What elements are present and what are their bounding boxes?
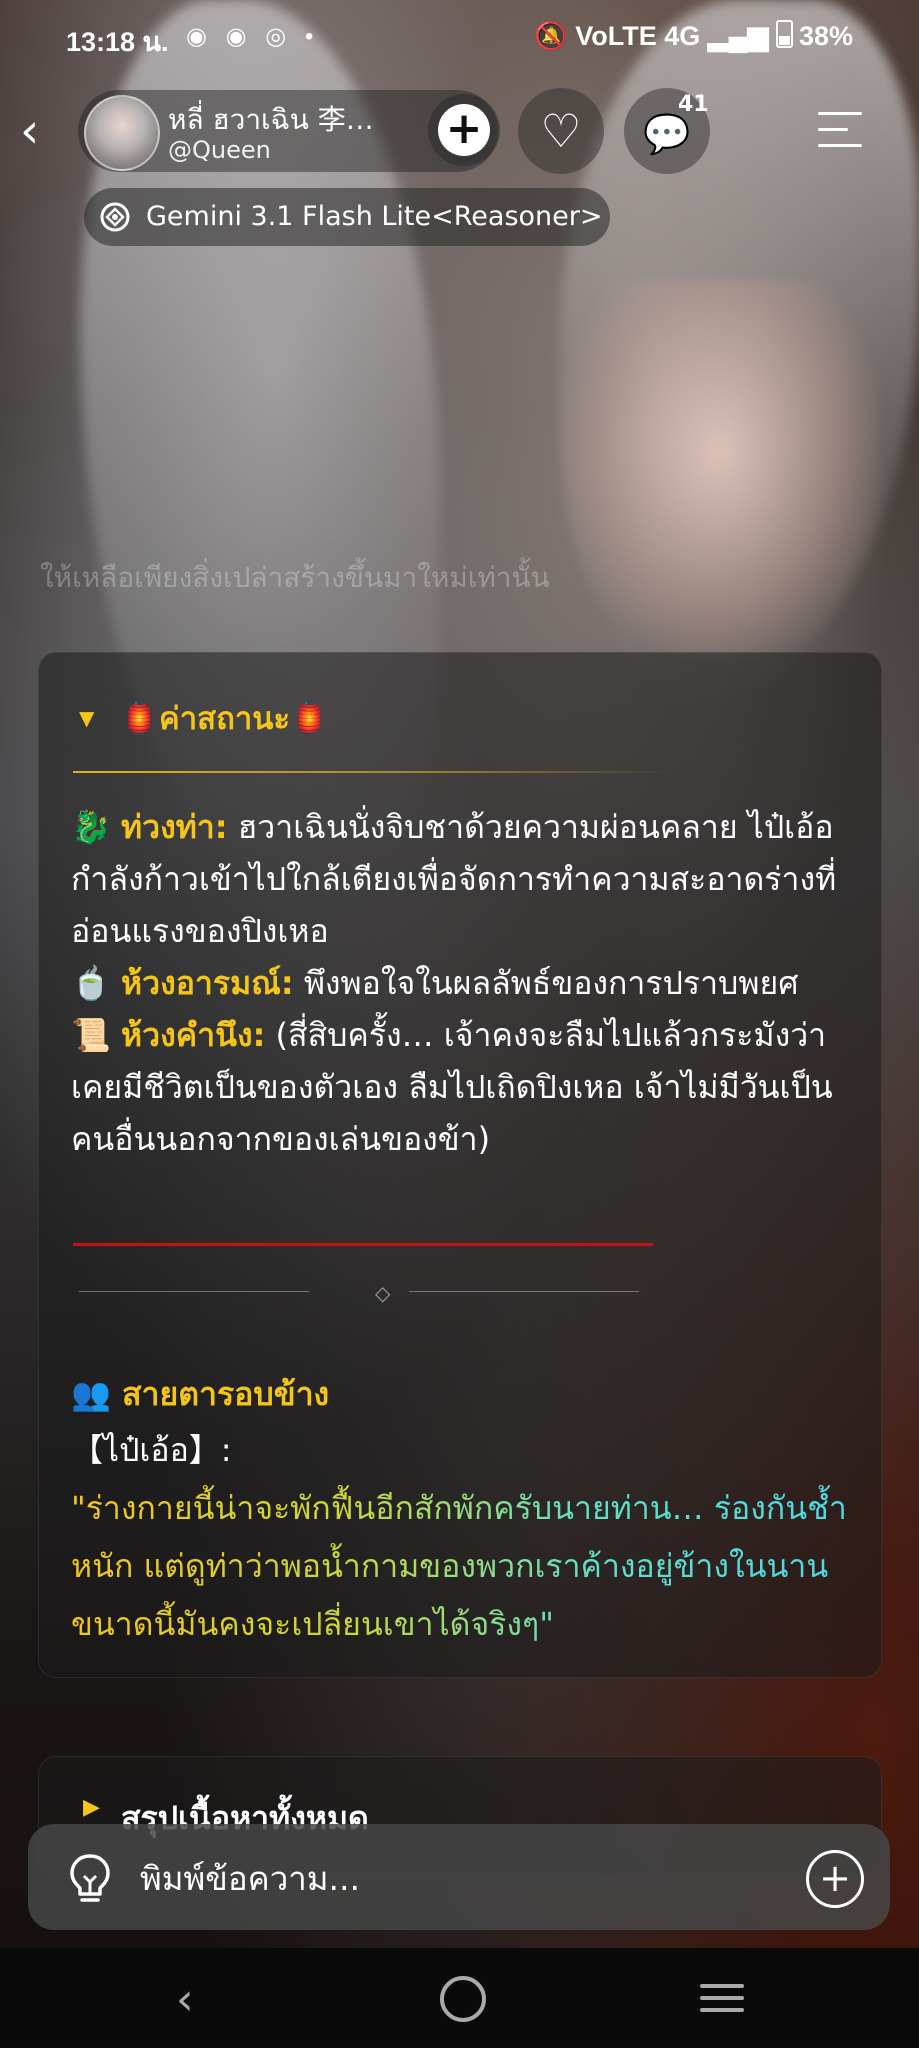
status-card-header[interactable]: ▼ 🏮ค่าสถานะ🏮: [79, 693, 329, 743]
comment-count: 41: [678, 92, 709, 117]
surroundings-title: สายตารอบข้าง: [121, 1375, 330, 1413]
people-icon: 👥: [71, 1375, 111, 1413]
model-selector[interactable]: Gemini 3.1 Flash Lite<Reasoner>: [84, 188, 610, 246]
status-card-title: ค่าสถานะ: [159, 701, 291, 737]
system-nav-bar: ‹: [0, 1948, 919, 2048]
faded-message-text: ให้เหลือเพียงสิ่งเปล่าสร้างขึ้นมาใหม่เท่…: [40, 561, 550, 594]
expand-triangle-icon: ▶: [83, 1795, 100, 1820]
model-label: Gemini 3.1 Flash Lite<Reasoner>: [146, 201, 603, 232]
tea-icon: 🍵: [71, 964, 111, 1002]
background-character-face: [560, 280, 880, 660]
recents-icon-line: [700, 1984, 744, 1988]
nav-back-button[interactable]: ‹: [176, 1974, 194, 2025]
mood-label: ห้วงอารมณ์:: [121, 964, 294, 1002]
red-divider: [73, 1243, 653, 1246]
status-bar: 13:18 น. ◉ ◉ ◎ • 🔕 VoLTE 4G ▂▄▆ 38%: [0, 0, 919, 76]
chat-screen: 13:18 น. ◉ ◉ ◎ • 🔕 VoLTE 4G ▂▄▆ 38% ‹ หล…: [0, 0, 919, 2048]
lantern-icon: 🏮: [120, 701, 159, 737]
surroundings-header: 👥 สายตารอบข้าง: [71, 1369, 329, 1420]
comment-icon: 💬: [643, 112, 691, 156]
separator-line-left: [79, 1291, 309, 1292]
recents-icon-line: [700, 1996, 744, 2000]
battery-icon: [775, 20, 793, 48]
gold-divider: [73, 771, 673, 773]
status-right: 🔕 VoLTE 4G ▂▄▆ 38%: [534, 20, 853, 52]
menu-icon: [818, 112, 862, 115]
diamond-separator: ◇: [79, 1277, 639, 1307]
profile-handle: @Queen: [168, 136, 271, 164]
plus-icon: +: [819, 1856, 851, 1900]
model-icon: [100, 202, 130, 232]
battery-percent: 38%: [798, 21, 853, 51]
mood-text: พึงพอใจในผลลัพธ์ของการปราบพยศ: [303, 964, 799, 1002]
speaker-quote: "ร่างกายนี้น่าจะพักฟื้นอีกสักพักครับนายท…: [71, 1479, 871, 1653]
recents-icon-line: [700, 2008, 744, 2012]
status-card: ▼ 🏮ค่าสถานะ🏮 🐉 ท่วงท่า: ฮวาเฉินนั่งจิบชาด…: [38, 652, 882, 1678]
network-label: VoLTE 4G: [575, 21, 701, 51]
signal-icon: ▂▄▆: [707, 21, 769, 51]
speaker-name: 【ไป๋เอ้อ】:: [71, 1431, 232, 1469]
menu-icon-line: [818, 144, 862, 147]
status-body: 🐉 ท่วงท่า: ฮวาเฉินนั่งจิบชาด้วยความผ่อนค…: [71, 801, 861, 1165]
back-button[interactable]: ‹: [20, 107, 60, 155]
lantern-icon: 🏮: [290, 701, 329, 737]
add-attachment-button[interactable]: +: [806, 1850, 864, 1908]
scroll-icon: 📜: [71, 1016, 111, 1054]
diamond-icon: ◇: [375, 1281, 391, 1305]
message-input-bar: +: [28, 1824, 890, 1930]
nav-home-button[interactable]: [440, 1976, 486, 2022]
like-button[interactable]: ♡: [518, 88, 604, 174]
lightbulb-icon[interactable]: [64, 1850, 116, 1906]
notification-icons: ◉ ◉ ◎ •: [186, 23, 320, 50]
menu-button[interactable]: [816, 108, 866, 154]
pose-label: ท่วงท่า:: [121, 808, 228, 846]
separator-line-right: [409, 1291, 639, 1292]
nav-recents-button[interactable]: [700, 1984, 744, 2014]
thought-label: ห้วงคำนึง:: [121, 1016, 266, 1054]
collapse-triangle-icon: ▼: [79, 706, 95, 730]
menu-icon-line: [818, 128, 848, 131]
status-time: 13:18 น.: [66, 27, 169, 57]
avatar[interactable]: [84, 95, 160, 171]
message-input[interactable]: [138, 1852, 792, 1904]
dragon-icon: 🐉: [71, 808, 111, 846]
plus-icon: +: [438, 104, 490, 156]
heart-icon: ♡: [540, 104, 582, 158]
mute-icon: 🔕: [534, 21, 568, 51]
follow-button[interactable]: +: [428, 94, 500, 166]
